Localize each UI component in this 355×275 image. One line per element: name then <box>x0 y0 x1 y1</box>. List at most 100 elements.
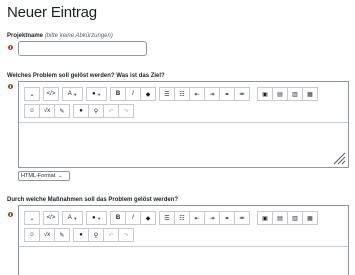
outdent-button[interactable]: ⇤ <box>189 211 205 225</box>
indent-icon: ⇥ <box>209 91 215 98</box>
file-icon: ▥ <box>292 91 298 98</box>
text-format-select[interactable]: HTML-Format ⌄ <box>18 171 70 181</box>
file-button[interactable]: ▥ <box>287 87 303 101</box>
image-icon: ▣ <box>262 91 268 98</box>
massnahmen-editor[interactable]: ⌄ </> A ▼ ● ▼ B I ◆ ☰ ☷ ⇤ ⇥ ⚭ ⚮ ▣ ▤ ▥ ▦ … <box>18 205 349 275</box>
caret-icon: ▼ <box>97 215 102 221</box>
projektname-input[interactable] <box>18 41 147 56</box>
file-icon: ▥ <box>292 215 298 222</box>
accessibility-button[interactable]: ● <box>73 104 89 118</box>
unlink-icon: ⚮ <box>239 215 245 222</box>
unordered-list-button[interactable]: ☰ <box>159 211 175 225</box>
font-button[interactable]: A ▼ <box>62 211 83 225</box>
undo-button[interactable]: ↶ <box>103 228 119 242</box>
format-icon: ⚲ <box>93 108 99 115</box>
text-color-button[interactable]: ● ▼ <box>86 87 107 101</box>
equation-button[interactable]: √x <box>39 228 55 242</box>
eraser-icon: ◆ <box>145 91 151 98</box>
bullet-list-icon: ☰ <box>164 91 170 98</box>
caret-icon: ▼ <box>73 215 78 221</box>
font-icon: A <box>67 91 72 97</box>
massnahmen-editor-content[interactable] <box>19 246 348 275</box>
link-button[interactable]: ⚭ <box>219 211 235 225</box>
caret-icon: ▼ <box>73 91 78 97</box>
ordered-list-button[interactable]: ☷ <box>174 211 190 225</box>
eraser-icon: ◆ <box>145 215 151 222</box>
link-button[interactable]: ⚭ <box>219 87 235 101</box>
problem-label: Welches Problem soll gelöst werden? Was … <box>7 73 165 79</box>
chevron-down-icon: ⌄ <box>29 215 35 222</box>
code-icon: </> <box>46 215 56 221</box>
paragraph-style-button[interactable]: ⌄ <box>24 211 40 225</box>
image-icon: ▣ <box>262 215 268 222</box>
indent-button[interactable]: ⇥ <box>204 87 220 101</box>
font-icon: A <box>67 215 72 221</box>
italic-button[interactable]: I <box>125 211 141 225</box>
code-icon: </> <box>46 91 56 97</box>
numbered-list-icon: ☷ <box>179 215 185 222</box>
bold-icon: B <box>115 91 121 97</box>
redo-button[interactable]: ↷ <box>118 228 134 242</box>
media-icon: ▤ <box>277 215 283 222</box>
table-button[interactable]: ▦ <box>302 87 318 101</box>
outdent-icon: ⇤ <box>194 91 200 98</box>
redo-button[interactable]: ↷ <box>118 104 134 118</box>
edit-button[interactable]: ✎ <box>54 228 70 242</box>
indent-button[interactable]: ⇥ <box>204 211 220 225</box>
required-icon <box>8 212 13 217</box>
media-button[interactable]: ▤ <box>272 211 288 225</box>
outdent-icon: ⇤ <box>194 215 200 222</box>
clear-format-button[interactable]: ◆ <box>140 211 156 225</box>
resize-handle-icon[interactable] <box>332 151 346 165</box>
page-title: Neuer Eintrag <box>7 4 97 21</box>
text-color-button[interactable]: ● ▼ <box>86 211 107 225</box>
required-icon <box>8 84 13 89</box>
info-icon: ● <box>79 108 83 114</box>
unlink-button[interactable]: ⚮ <box>234 87 250 101</box>
text-format-value: HTML-Format <box>21 173 56 179</box>
format-painter-button[interactable]: ⚲ <box>88 228 104 242</box>
numbered-list-icon: ☷ <box>179 91 185 98</box>
unordered-list-button[interactable]: ☰ <box>159 87 175 101</box>
bold-button[interactable]: B <box>110 87 126 101</box>
emoji-button[interactable]: ☺ <box>24 228 40 242</box>
italic-icon: I <box>132 91 134 97</box>
italic-button[interactable]: I <box>125 87 141 101</box>
italic-icon: I <box>132 215 134 221</box>
clear-format-button[interactable]: ◆ <box>140 87 156 101</box>
file-button[interactable]: ▥ <box>287 211 303 225</box>
required-icon <box>8 45 13 50</box>
equation-button[interactable]: √x <box>39 104 55 118</box>
code-button[interactable]: </> <box>43 87 59 101</box>
table-button[interactable]: ▦ <box>302 211 318 225</box>
media-button[interactable]: ▤ <box>272 87 288 101</box>
code-button[interactable]: </> <box>43 211 59 225</box>
bold-button[interactable]: B <box>110 211 126 225</box>
format-painter-button[interactable]: ⚲ <box>88 104 104 118</box>
link-icon: ⚭ <box>224 91 230 98</box>
projektname-label: Projektname (bitte keine Abkürzungen) <box>7 33 113 39</box>
ordered-list-button[interactable]: ☷ <box>174 87 190 101</box>
edit-icon: ✎ <box>59 232 65 239</box>
accessibility-button[interactable]: ● <box>73 228 89 242</box>
edit-button[interactable]: ✎ <box>54 104 70 118</box>
emoji-button[interactable]: ☺ <box>24 104 40 118</box>
problem-editor-content[interactable] <box>19 122 348 167</box>
undo-icon: ↶ <box>108 232 114 239</box>
table-icon: ▦ <box>307 215 313 222</box>
undo-button[interactable]: ↶ <box>103 104 119 118</box>
edit-icon: ✎ <box>59 108 65 115</box>
info-icon: ● <box>79 232 83 238</box>
outdent-button[interactable]: ⇤ <box>189 87 205 101</box>
format-icon: ⚲ <box>93 232 99 239</box>
unlink-button[interactable]: ⚮ <box>234 211 250 225</box>
redo-icon: ↷ <box>123 108 129 115</box>
image-button[interactable]: ▣ <box>257 87 273 101</box>
paragraph-style-button[interactable]: ⌄ <box>24 87 40 101</box>
media-icon: ▤ <box>277 91 283 98</box>
font-button[interactable]: A ▼ <box>62 87 83 101</box>
table-icon: ▦ <box>307 91 313 98</box>
image-button[interactable]: ▣ <box>257 211 273 225</box>
problem-editor[interactable]: ⌄ </> A ▼ ● ▼ B I ◆ ☰ ☷ ⇤ ⇥ ⚭ ⚮ ▣ ▤ ▥ ▦ … <box>18 81 349 168</box>
link-icon: ⚭ <box>224 215 230 222</box>
